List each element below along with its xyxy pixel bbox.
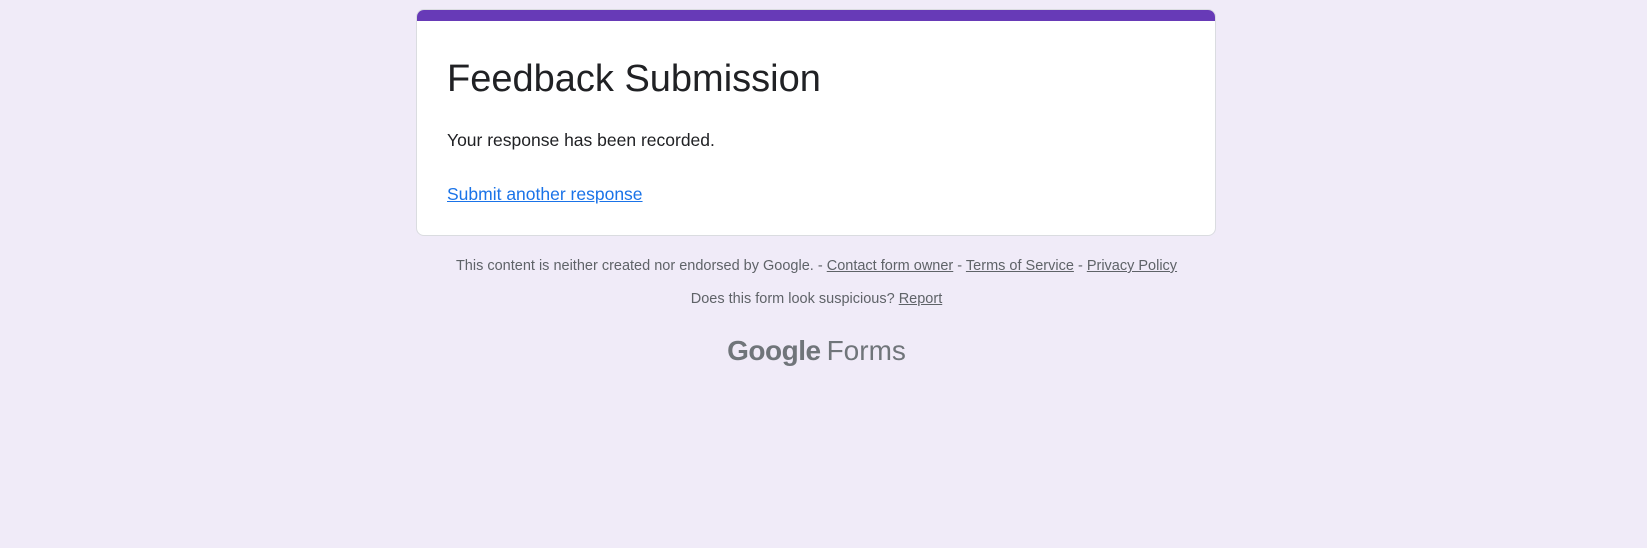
privacy-policy-link[interactable]: Privacy Policy bbox=[1087, 258, 1177, 274]
separator: - bbox=[1077, 258, 1083, 274]
suspicious-question: Does this form look suspicious? bbox=[690, 291, 895, 307]
disclaimer-text: This content is neither created nor endo… bbox=[455, 258, 814, 274]
card-accent-bar bbox=[417, 10, 1215, 21]
footer-disclaimer-line: This content is neither created nor endo… bbox=[0, 256, 1633, 276]
separator: - bbox=[817, 258, 823, 274]
terms-of-service-link[interactable]: Terms of Service bbox=[966, 258, 1074, 274]
report-link[interactable]: Report bbox=[899, 291, 943, 307]
form-card: Feedback Submission Your response has be… bbox=[416, 9, 1216, 236]
form-title: Feedback Submission bbox=[447, 58, 821, 100]
separator: - bbox=[957, 258, 963, 274]
contact-form-owner-link[interactable]: Contact form owner bbox=[827, 258, 954, 274]
confirmation-message: Your response has been recorded. bbox=[447, 130, 715, 150]
google-forms-logo[interactable]: Google Forms bbox=[0, 334, 1633, 368]
forms-wordmark: Forms bbox=[826, 335, 906, 366]
submit-another-response-link[interactable]: Submit another response bbox=[447, 182, 643, 206]
footer-report-line: Does this form look suspicious? Report bbox=[0, 289, 1633, 309]
google-wordmark: Google bbox=[727, 335, 821, 366]
